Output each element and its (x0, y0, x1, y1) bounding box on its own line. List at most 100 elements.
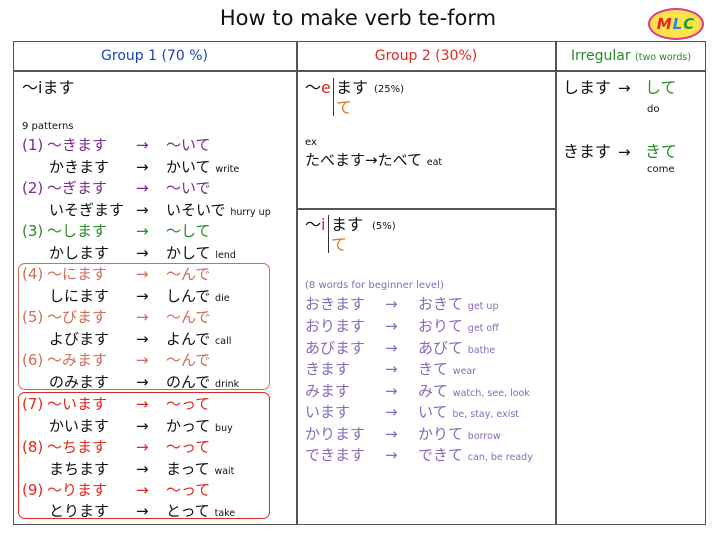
verb-from: きます (305, 360, 351, 378)
pattern-number: (4) (22, 265, 44, 283)
example-te-form: よんで call (166, 330, 232, 348)
arrow: → (385, 295, 398, 313)
example-verb: よびます (49, 330, 110, 348)
pattern-from: 〜びます (47, 308, 108, 326)
example-verb: たべます→たべて eat (305, 151, 443, 169)
arrow: → (136, 244, 149, 262)
example-verb: いそぎます (49, 201, 125, 219)
arrow: → (385, 403, 398, 421)
pattern-from: 〜します (47, 222, 108, 240)
example-te-form: しんで die (166, 287, 230, 305)
i-masu: ます (331, 215, 364, 234)
arrow: → (136, 158, 149, 176)
verb-from: きます (563, 142, 612, 161)
i-stem-label: 〜i (305, 215, 326, 234)
arrow: → (136, 179, 149, 197)
arrow: → (385, 425, 398, 443)
verb-te-form: かりて borrow (418, 425, 501, 443)
arrow: → (136, 481, 149, 499)
pattern-number: (2) (22, 179, 44, 197)
group2-header: Group 2 (30%) (374, 48, 478, 64)
verb-te-form: できて can, be ready (418, 446, 533, 464)
verb-from: あびます (305, 339, 366, 357)
pattern-to: 〜って (166, 481, 211, 499)
e-masu: ます (336, 78, 369, 97)
mlc-logo: MLC (648, 8, 704, 40)
arrow: → (385, 382, 398, 400)
verb-from: します (563, 78, 612, 97)
arrow: → (136, 395, 149, 413)
example-te-form: のんで drink (166, 373, 240, 391)
pattern-from: 〜ぎます (47, 179, 108, 197)
group2-divider (296, 208, 555, 210)
arrow: → (136, 330, 149, 348)
example-verb: かします (49, 244, 110, 262)
pattern-to: 〜って (166, 395, 211, 413)
pattern-number: (6) (22, 351, 44, 369)
patterns-label: 9 patterns (22, 121, 74, 132)
beginner-note: (8 words for beginner level) (305, 280, 444, 291)
pattern-to: 〜んで (166, 308, 211, 326)
verb-from: みます (305, 382, 351, 400)
verb-te-form: おりて get off (418, 317, 499, 335)
pattern-to: 〜いで (166, 179, 211, 197)
pattern-from: 〜きます (47, 136, 108, 154)
arrow: → (385, 360, 398, 378)
group1-stem-label: 〜iます (22, 78, 75, 97)
verb-meaning: do (647, 104, 660, 115)
arrow: → (136, 308, 149, 326)
verb-from: できます (305, 446, 366, 464)
arrow: → (136, 417, 149, 435)
verb-from: おります (305, 317, 366, 335)
verb-te-form: みて watch, see, look (418, 382, 530, 400)
example-verb: まちます (49, 460, 110, 478)
verb-te-form: きて wear (418, 360, 477, 378)
example-te-form: かって buy (166, 417, 233, 435)
verb-te-form: あびて bathe (418, 339, 496, 357)
stem-cut-line (333, 78, 334, 116)
pattern-from: 〜ちます (47, 438, 108, 456)
arrow: → (385, 317, 398, 335)
arrow: → (385, 339, 398, 357)
verb-from: かります (305, 425, 366, 443)
arrow: → (136, 438, 149, 456)
pattern-number: (3) (22, 222, 44, 240)
header-divider (13, 70, 706, 72)
pattern-number: (7) (22, 395, 44, 413)
irregular-header: Irregular (two words) (570, 48, 692, 64)
arrow: → (136, 502, 149, 520)
verb-from: います (305, 403, 351, 421)
pattern-number: (1) (22, 136, 44, 154)
pattern-from: 〜います (47, 395, 108, 413)
group1-header: Group 1 (70 %) (101, 48, 208, 64)
i-te: て (331, 235, 348, 254)
arrow: → (136, 222, 149, 240)
pattern-number: (9) (22, 481, 44, 499)
arrow: → (618, 143, 631, 161)
pattern-from: 〜ります (47, 481, 108, 499)
arrow: → (136, 265, 149, 283)
pattern-to: 〜して (166, 222, 211, 240)
verb-te-form: おきて get up (418, 295, 499, 313)
e-percent: (25%) (374, 84, 405, 95)
column-divider (555, 41, 557, 525)
pattern-to: 〜いて (166, 136, 211, 154)
arrow: → (136, 136, 149, 154)
column-divider (296, 41, 298, 525)
example-verb: のみます (49, 373, 110, 391)
example-te-form: いそいで hurry up (166, 201, 271, 219)
pattern-to: 〜って (166, 438, 211, 456)
example-verb: とります (49, 502, 110, 520)
example-te-form: かいて write (166, 158, 240, 176)
arrow: → (136, 373, 149, 391)
example-label: ex (305, 137, 317, 148)
e-te: て (336, 98, 353, 117)
page-title: How to make verb te-form (219, 6, 497, 30)
pattern-from: 〜にます (47, 265, 108, 283)
verb-te-form: きて (645, 142, 678, 161)
arrow: → (136, 460, 149, 478)
arrow: → (136, 201, 149, 219)
pattern-to: 〜んで (166, 351, 211, 369)
arrow: → (136, 287, 149, 305)
stem-cut-line (328, 215, 329, 253)
